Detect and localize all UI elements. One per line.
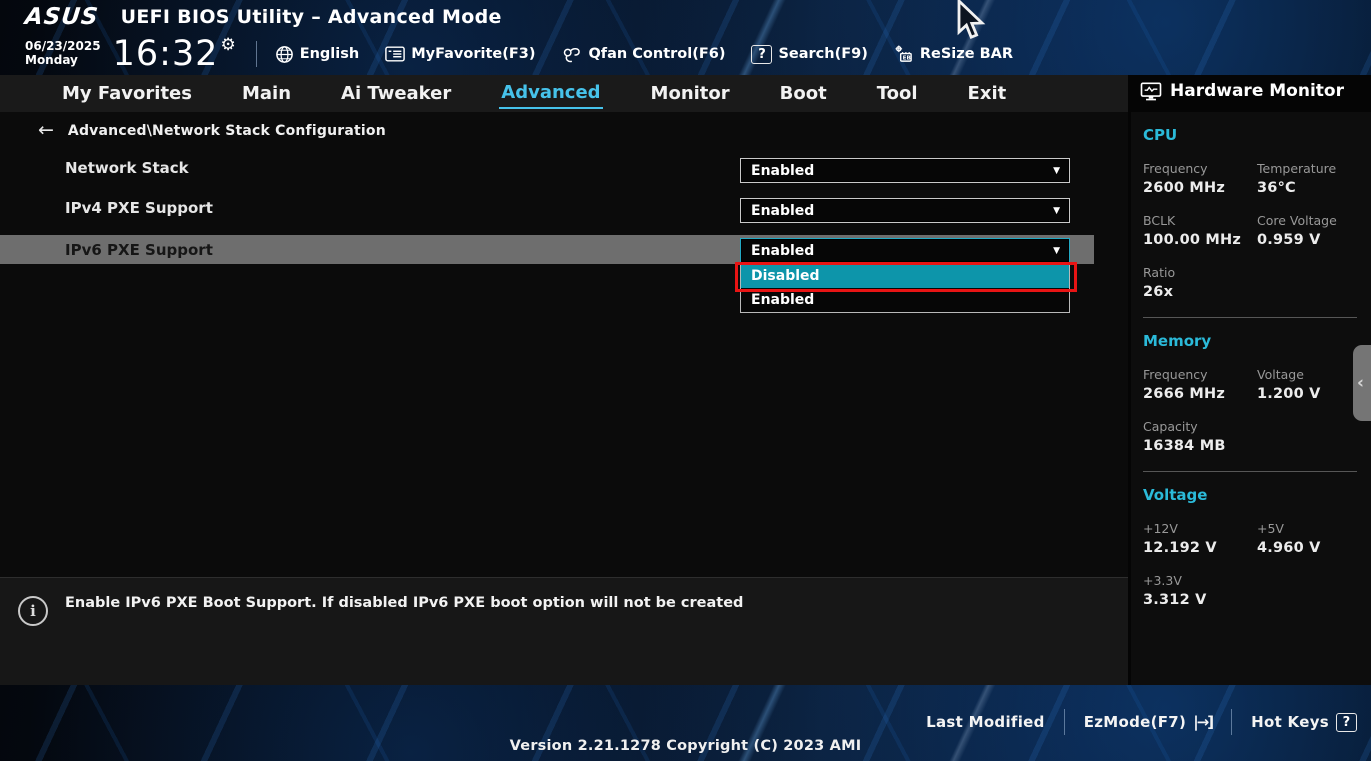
section-title-voltage: Voltage [1143, 486, 1363, 504]
hardware-monitor-header: Hardware Monitor [1140, 81, 1344, 101]
time-settings-gear-icon[interactable]: ⚙ [220, 35, 235, 55]
help-text: Enable IPv6 PXE Boot Support. If disable… [65, 595, 743, 611]
footer-separator [1231, 709, 1232, 735]
section-title-cpu: CPU [1143, 126, 1363, 144]
select-ipv4-pxe-value: Enabled [751, 203, 814, 219]
search-icon: ? [751, 45, 772, 64]
ezmode-label: EzMode(F7) [1084, 713, 1187, 731]
sidebar-divider [1143, 471, 1357, 472]
section-title-memory: Memory [1143, 332, 1363, 350]
favorites-list-icon [385, 46, 405, 62]
select-network-stack-value: Enabled [751, 163, 814, 179]
footer-separator [1064, 709, 1065, 735]
resize-bar-button[interactable]: EB ReSize BAR [894, 45, 1013, 63]
select-network-stack[interactable]: Enabled ▼ [740, 158, 1070, 183]
back-arrow-icon[interactable]: ← [38, 121, 54, 140]
setting-label-network-stack: Network Stack [65, 159, 189, 177]
sidebar-collapse-handle[interactable]: ‹ [1353, 345, 1371, 421]
last-modified-label: Last Modified [926, 713, 1045, 731]
tab-boot[interactable]: Boot [778, 79, 829, 108]
metric-cpu-temperature: Temperature 36°C [1257, 161, 1363, 196]
select-ipv4-pxe[interactable]: Enabled ▼ [740, 198, 1070, 223]
ezmode-exit-icon: |→] [1193, 713, 1212, 731]
sidebar-divider [1143, 317, 1357, 318]
tab-exit[interactable]: Exit [966, 79, 1009, 108]
bottom-background: Last Modified EzMode(F7) |→] Hot Keys ? … [0, 685, 1371, 761]
search-button[interactable]: ? Search(F9) [751, 45, 867, 64]
monitor-icon [1140, 82, 1162, 101]
main-panel: ← Advanced\Network Stack Configuration N… [0, 112, 1128, 577]
my-favorite-label: MyFavorite(F3) [411, 46, 535, 62]
metric-cpu-core-voltage: Core Voltage 0.959 V [1257, 213, 1363, 248]
metric-memory-voltage: Voltage 1.200 V [1257, 367, 1363, 402]
metric-cpu-frequency: Frequency 2600 MHz [1143, 161, 1257, 196]
breadcrumb-path: Advanced\Network Stack Configuration [68, 123, 386, 139]
qfan-label: Qfan Control(F6) [588, 46, 725, 62]
tab-my-favorites[interactable]: My Favorites [60, 79, 194, 108]
svg-text:EB: EB [902, 56, 910, 62]
resize-bar-icon: EB [894, 45, 914, 63]
resize-bar-label: ReSize BAR [920, 46, 1013, 62]
dropdown-arrow-icon: ▼ [1053, 166, 1060, 176]
metric-memory-frequency: Frequency 2666 MHz [1143, 367, 1257, 402]
search-label: Search(F9) [778, 46, 867, 62]
globe-icon [275, 45, 294, 64]
last-modified-button[interactable]: Last Modified [926, 713, 1045, 731]
info-icon: i [18, 596, 48, 626]
help-panel: i Enable IPv6 PXE Boot Support. If disab… [0, 577, 1128, 685]
dropdown-option-enabled[interactable]: Enabled [741, 288, 1069, 312]
breadcrumb: ← Advanced\Network Stack Configuration [38, 121, 386, 140]
tab-tool[interactable]: Tool [875, 79, 920, 108]
language-label: English [300, 46, 360, 62]
language-button[interactable]: English [275, 45, 360, 64]
version-text: Version 2.21.1278 Copyright (C) 2023 AMI [0, 738, 1371, 754]
hardware-monitor-panel: CPU Frequency 2600 MHz Temperature 36°C … [1131, 112, 1371, 685]
hardware-monitor-title: Hardware Monitor [1170, 81, 1344, 101]
qfan-control-button[interactable]: Qfan Control(F6) [561, 46, 725, 63]
setting-label-ipv6-pxe: IPv6 PXE Support [65, 241, 213, 259]
metric-memory-capacity: Capacity 16384 MB [1143, 419, 1257, 454]
date-text: 06/23/2025 [25, 40, 101, 54]
tab-main[interactable]: Main [240, 79, 293, 108]
metric-cpu-bclk: BCLK 100.00 MHz [1143, 213, 1257, 248]
date-display: 06/23/2025 Monday [25, 40, 101, 68]
tab-advanced[interactable]: Advanced [499, 78, 602, 109]
dropdown-option-disabled[interactable]: Disabled [741, 264, 1069, 288]
day-text: Monday [25, 54, 101, 68]
tab-ai-tweaker[interactable]: Ai Tweaker [339, 79, 453, 108]
time-text: 16:32 [113, 35, 219, 73]
metric-cpu-ratio: Ratio 26x [1143, 265, 1257, 300]
select-ipv6-pxe-value: Enabled [751, 243, 814, 259]
toolbar-separator [256, 41, 257, 67]
fan-icon [561, 46, 582, 63]
my-favorite-button[interactable]: MyFavorite(F3) [385, 46, 535, 62]
ipv6-pxe-dropdown-list: Disabled Enabled [740, 264, 1070, 313]
page-title: UEFI BIOS Utility – Advanced Mode [121, 6, 502, 28]
bios-screen: ASUS UEFI BIOS Utility – Advanced Mode 0… [0, 0, 1371, 761]
asus-logo: ASUS [24, 4, 100, 30]
footer-actions: Last Modified EzMode(F7) |→] Hot Keys ? [926, 709, 1357, 735]
setting-label-ipv4-pxe: IPv4 PXE Support [65, 199, 213, 217]
tab-monitor[interactable]: Monitor [649, 79, 732, 108]
metric-voltage-12v: +12V 12.192 V [1143, 521, 1257, 556]
titlebar: ASUS UEFI BIOS Utility – Advanced Mode [0, 0, 502, 33]
ezmode-button[interactable]: EzMode(F7) |→] [1084, 713, 1212, 731]
hot-keys-button[interactable]: Hot Keys ? [1251, 713, 1357, 732]
metric-voltage-3_3v: +3.3V 3.312 V [1143, 573, 1257, 608]
hot-keys-label: Hot Keys [1251, 713, 1329, 731]
time-display: 16:32 ⚙ [113, 35, 236, 73]
dropdown-arrow-icon: ▼ [1053, 246, 1060, 256]
select-ipv6-pxe[interactable]: Enabled ▼ [740, 238, 1070, 263]
main-menu-bar: My Favorites Main Ai Tweaker Advanced Mo… [0, 75, 1128, 112]
metric-voltage-5v: +5V 4.960 V [1257, 521, 1363, 556]
toolbar: 06/23/2025 Monday 16:32 ⚙ English MyFavo… [0, 33, 1013, 75]
chevron-left-icon: ‹ [1357, 373, 1364, 393]
dropdown-arrow-icon: ▼ [1053, 206, 1060, 216]
hot-keys-help-icon: ? [1336, 713, 1357, 732]
